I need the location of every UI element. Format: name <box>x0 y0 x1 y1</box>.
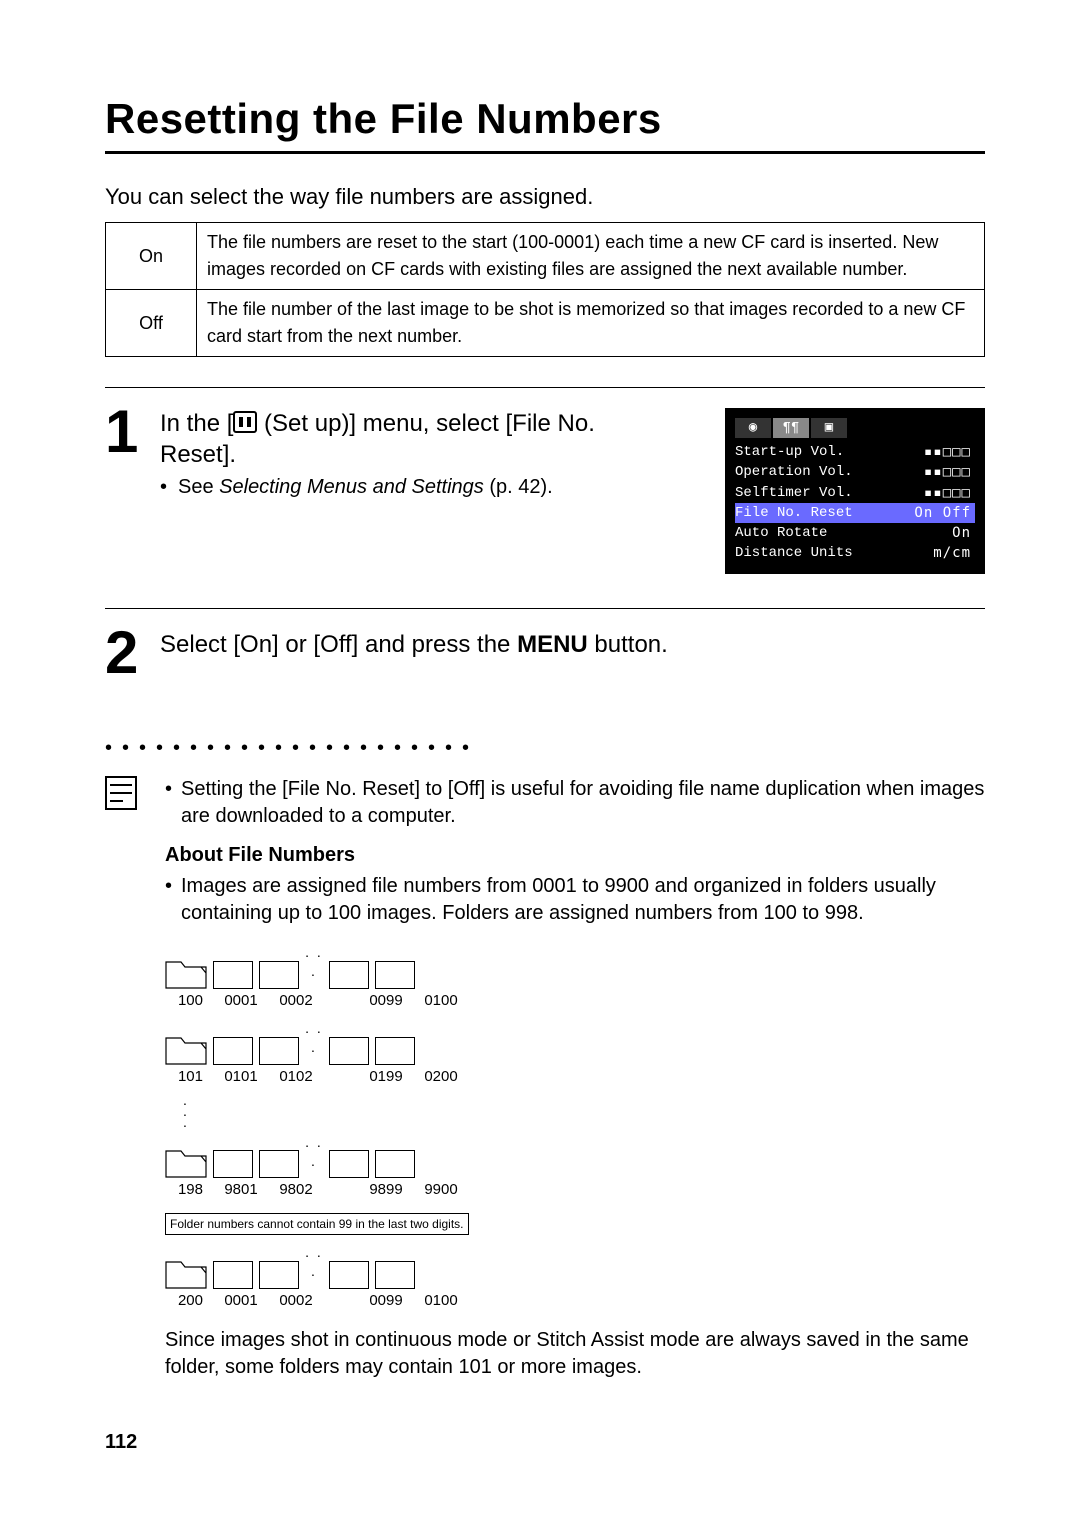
dotted-divider: •••••••••••••••••••••• <box>105 737 985 760</box>
about-para: Images are assigned file numbers from 00… <box>165 873 985 927</box>
step-2: 2 Select [On] or [Off] and press the MEN… <box>105 629 985 677</box>
step-2-number: 2 <box>105 629 145 677</box>
step-1-title: In the [ (Set up)] menu, select [File No… <box>160 408 640 470</box>
folders-diagram: . . .1000001000200990100. . .10101010102… <box>165 943 985 1311</box>
menu-row: Selftimer Vol.▪▪□□□ <box>735 483 975 503</box>
menu-row: Auto RotateOn <box>735 523 975 543</box>
off-desc: The file number of the last image to be … <box>197 290 985 357</box>
onoff-table: On The file numbers are reset to the sta… <box>105 222 985 357</box>
page-number: 112 <box>105 1431 985 1454</box>
setup-icon <box>233 411 257 433</box>
intro-text: You can select the way file numbers are … <box>105 184 985 210</box>
menu-row: Operation Vol.▪▪□□□ <box>735 462 975 482</box>
step-1-number: 1 <box>105 408 145 456</box>
off-label: Off <box>106 290 197 357</box>
note-row: Setting the [File No. Reset] to [Off] is… <box>105 776 985 830</box>
page-title: Resetting the File Numbers <box>105 95 985 154</box>
menu-tab-setup-icon: ¶¶ <box>773 418 809 438</box>
menu-screenshot: ◉ ¶¶ ▣ Start-up Vol.▪▪□□□Operation Vol.▪… <box>725 408 985 574</box>
menu-row: Distance Unitsm/cm <box>735 543 975 563</box>
on-label: On <box>106 223 197 290</box>
folder-note: Folder numbers cannot contain 99 in the … <box>165 1213 469 1235</box>
step-1-sub: See Selecting Menus and Settings (p. 42)… <box>160 476 640 499</box>
about-trailer: Since images shot in continuous mode or … <box>165 1327 985 1381</box>
menu-row: Start-up Vol.▪▪□□□ <box>735 442 975 462</box>
note-text: Setting the [File No. Reset] to [Off] is… <box>165 776 985 830</box>
about-heading: About File Numbers <box>165 844 985 867</box>
menu-tab-mycamera-icon: ▣ <box>811 418 847 438</box>
menu-row: File No. ResetOn Off <box>735 503 975 523</box>
on-desc: The file numbers are reset to the start … <box>197 223 985 290</box>
step-1: 1 In the [ (Set up)] menu, select [File … <box>105 408 985 583</box>
step-2-title: Select [On] or [Off] and press the MENU … <box>160 629 985 660</box>
note-icon <box>105 776 137 810</box>
menu-tab-camera-icon: ◉ <box>735 418 771 438</box>
